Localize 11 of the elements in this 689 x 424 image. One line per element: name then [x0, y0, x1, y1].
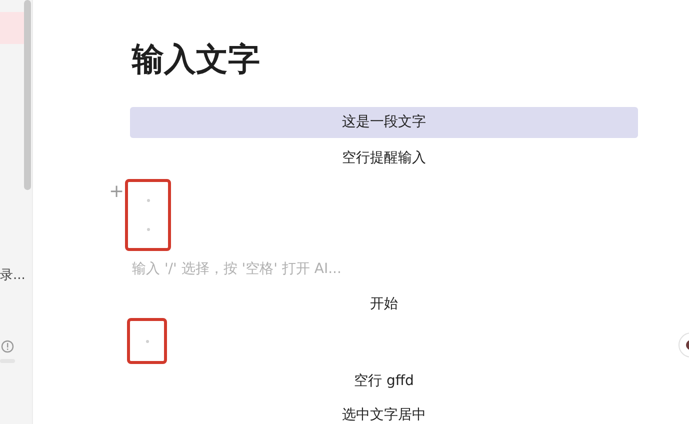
- sidebar-label: 录...: [0, 267, 26, 284]
- paragraph: 选中文字居中: [341, 406, 427, 424]
- placeholder-text[interactable]: 输入 '/' 选择，按 '空格' 打开 AI...: [130, 251, 638, 287]
- paragraph: 空行提醒输入: [341, 149, 427, 168]
- page-title: 输入文字: [132, 39, 260, 80]
- scrollbar-thumb[interactable]: [24, 0, 31, 190]
- paragraph: 开始: [369, 295, 399, 314]
- add-block-handle[interactable]: +: [109, 182, 124, 202]
- paragraph: 空行 gffd: [353, 372, 415, 391]
- info-icon[interactable]: [1, 340, 14, 353]
- highlighted-paragraph: 这是一段文字: [130, 107, 638, 138]
